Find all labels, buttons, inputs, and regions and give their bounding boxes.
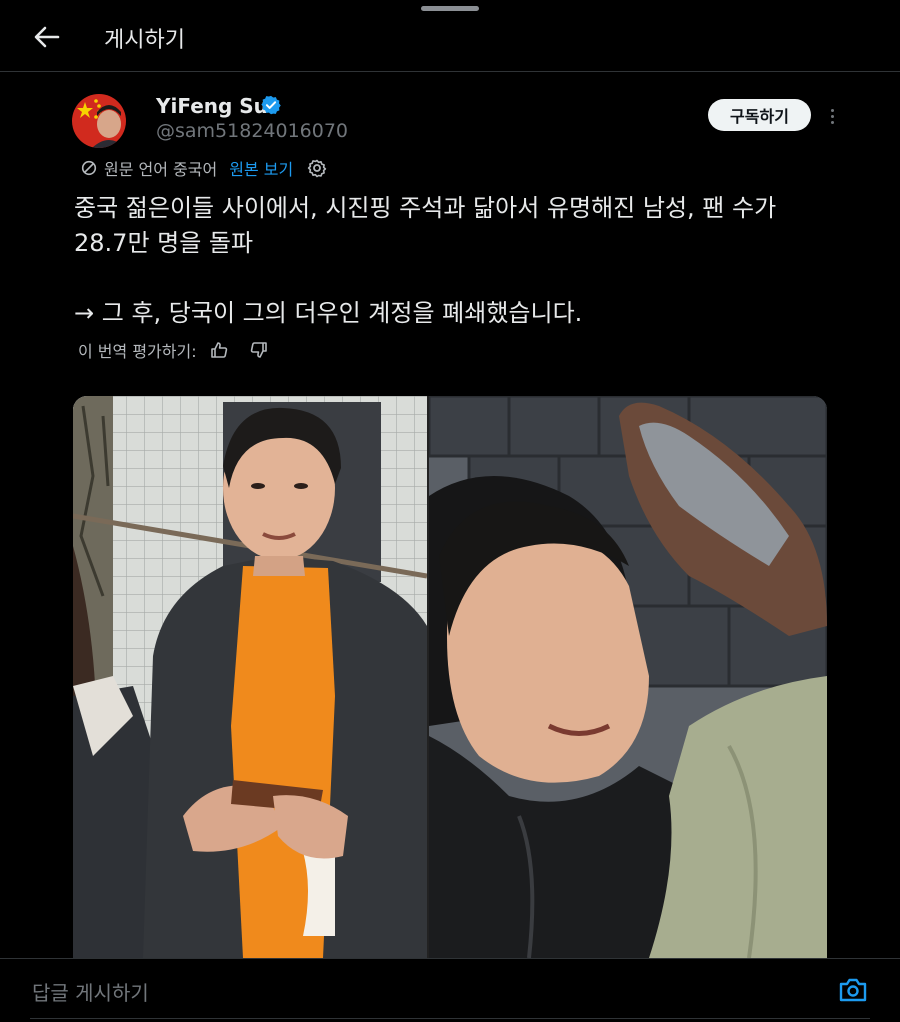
translate-icon — [81, 160, 97, 176]
more-icon[interactable] — [822, 104, 842, 128]
settings-gear-icon[interactable] — [307, 158, 327, 178]
verified-badge-icon — [261, 95, 281, 115]
avatar[interactable] — [72, 94, 126, 148]
rate-translation: 이 번역 평가하기: — [78, 338, 269, 362]
reply-composer: 답글 게시하기 — [0, 958, 900, 1022]
top-bar: 게시하기 — [0, 0, 900, 72]
thumbs-up-icon[interactable] — [209, 340, 229, 360]
back-button[interactable] — [30, 22, 64, 52]
post-media[interactable] — [73, 396, 827, 958]
subscribe-button[interactable]: 구독하기 — [708, 99, 811, 131]
post-text: 중국 젊은이들 사이에서, 시진핑 주석과 닮아서 유명해진 남성, 팬 수가 … — [74, 194, 777, 327]
divider — [30, 1018, 870, 1019]
author-name[interactable]: YiFeng Su — [156, 94, 268, 118]
camera-icon[interactable] — [838, 976, 868, 1004]
show-original-link[interactable]: 원본 보기 — [229, 156, 293, 180]
media-photo-left[interactable] — [73, 396, 428, 958]
reply-input[interactable]: 답글 게시하기 — [32, 977, 149, 1006]
translation-info: 원문 언어 중국어 원본 보기 — [80, 156, 327, 180]
photo-left-illustration — [73, 396, 428, 958]
page-title: 게시하기 — [104, 28, 185, 53]
rate-translation-label: 이 번역 평가하기: — [78, 342, 197, 361]
avatar-image — [72, 94, 126, 148]
photo-right-illustration — [427, 396, 827, 958]
back-arrow-icon — [34, 26, 60, 48]
media-photo-right[interactable] — [427, 396, 827, 958]
author-handle[interactable]: @sam51824016070 — [156, 120, 348, 142]
source-language-label: 원문 언어 중국어 — [104, 160, 218, 179]
thumbs-down-icon[interactable] — [249, 340, 269, 360]
